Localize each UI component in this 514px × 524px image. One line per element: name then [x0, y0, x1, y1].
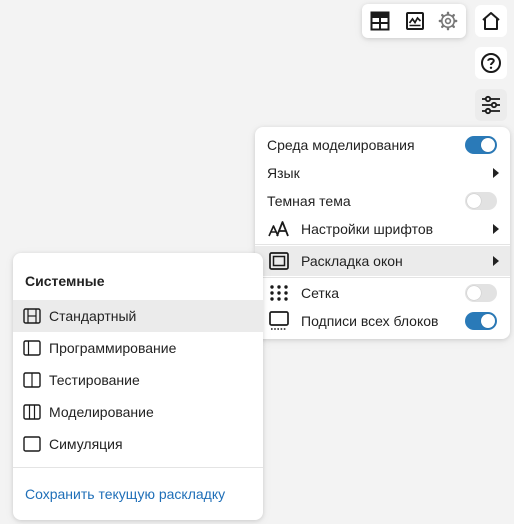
menu-divider	[255, 277, 510, 278]
table-icon	[370, 11, 390, 31]
layout-modeling-icon	[23, 404, 41, 420]
submenu-arrow-icon	[493, 256, 499, 266]
layout-item-modeling[interactable]: Моделирование	[13, 396, 263, 428]
layout-item-label: Моделирование	[49, 404, 154, 420]
help-button[interactable]	[475, 47, 507, 79]
layout-standard-icon	[23, 308, 41, 324]
preferences-menu: Среда моделирования Язык Темная тема Нас…	[255, 127, 510, 339]
layout-item-programming[interactable]: Программирование	[13, 332, 263, 364]
layout-item-label: Стандартный	[49, 308, 137, 324]
home-button[interactable]	[475, 5, 507, 37]
modeling-environment-toggle[interactable]	[465, 136, 497, 154]
menu-item-label: Сетка	[301, 285, 340, 301]
top-toolbar	[362, 4, 466, 38]
layout-testing-icon	[23, 372, 41, 388]
menu-item-window-layout[interactable]: Раскладка окон	[255, 246, 510, 276]
save-current-layout-link[interactable]: Сохранить текущую раскладку	[25, 486, 225, 502]
layout-item-testing[interactable]: Тестирование	[13, 364, 263, 396]
menu-item-label: Раскладка окон	[301, 253, 403, 269]
block-captions-toggle[interactable]	[465, 312, 497, 330]
menu-item-label: Темная тема	[267, 193, 351, 209]
window-layout-submenu: Системные Стандартный Программирование Т…	[13, 253, 263, 520]
submenu-arrow-icon	[493, 224, 499, 234]
menu-item-block-captions[interactable]: Подписи всех блоков	[255, 307, 510, 335]
gear-icon	[438, 11, 458, 31]
layout-item-label: Симуляция	[49, 436, 123, 452]
menu-item-modeling-environment[interactable]: Среда моделирования	[255, 131, 510, 159]
menu-item-language[interactable]: Язык	[255, 159, 510, 187]
sliders-icon	[482, 95, 500, 115]
home-icon	[482, 12, 500, 30]
chart-icon	[406, 12, 424, 30]
layout-item-label: Тестирование	[49, 372, 140, 388]
font-size-icon	[268, 219, 290, 239]
block-captions-icon	[268, 311, 290, 331]
dark-theme-toggle[interactable]	[465, 192, 497, 210]
grid-dots-icon	[268, 283, 290, 303]
table-view-button[interactable]	[365, 6, 395, 36]
layout-item-label: Программирование	[49, 340, 177, 356]
submenu-arrow-icon	[493, 168, 499, 178]
layout-item-simulation[interactable]: Симуляция	[13, 428, 263, 460]
layout-simulation-icon	[23, 436, 41, 452]
submenu-header: Системные	[25, 273, 105, 289]
window-layout-icon	[268, 251, 290, 271]
menu-item-dark-theme[interactable]: Темная тема	[255, 187, 510, 215]
menu-item-font-settings[interactable]: Настройки шрифтов	[255, 215, 510, 243]
settings-button[interactable]	[433, 6, 463, 36]
chart-view-button[interactable]	[400, 6, 430, 36]
help-icon	[481, 53, 501, 73]
layout-programming-icon	[23, 340, 41, 356]
menu-item-grid[interactable]: Сетка	[255, 279, 510, 307]
layout-item-standard[interactable]: Стандартный	[13, 300, 263, 332]
menu-item-label: Подписи всех блоков	[301, 313, 439, 329]
menu-item-label: Среда моделирования	[267, 137, 415, 153]
menu-item-label: Язык	[267, 165, 300, 181]
menu-item-label: Настройки шрифтов	[301, 221, 434, 237]
submenu-divider	[13, 467, 263, 468]
preferences-button[interactable]	[475, 89, 507, 121]
menu-divider	[255, 244, 510, 245]
grid-toggle[interactable]	[465, 284, 497, 302]
